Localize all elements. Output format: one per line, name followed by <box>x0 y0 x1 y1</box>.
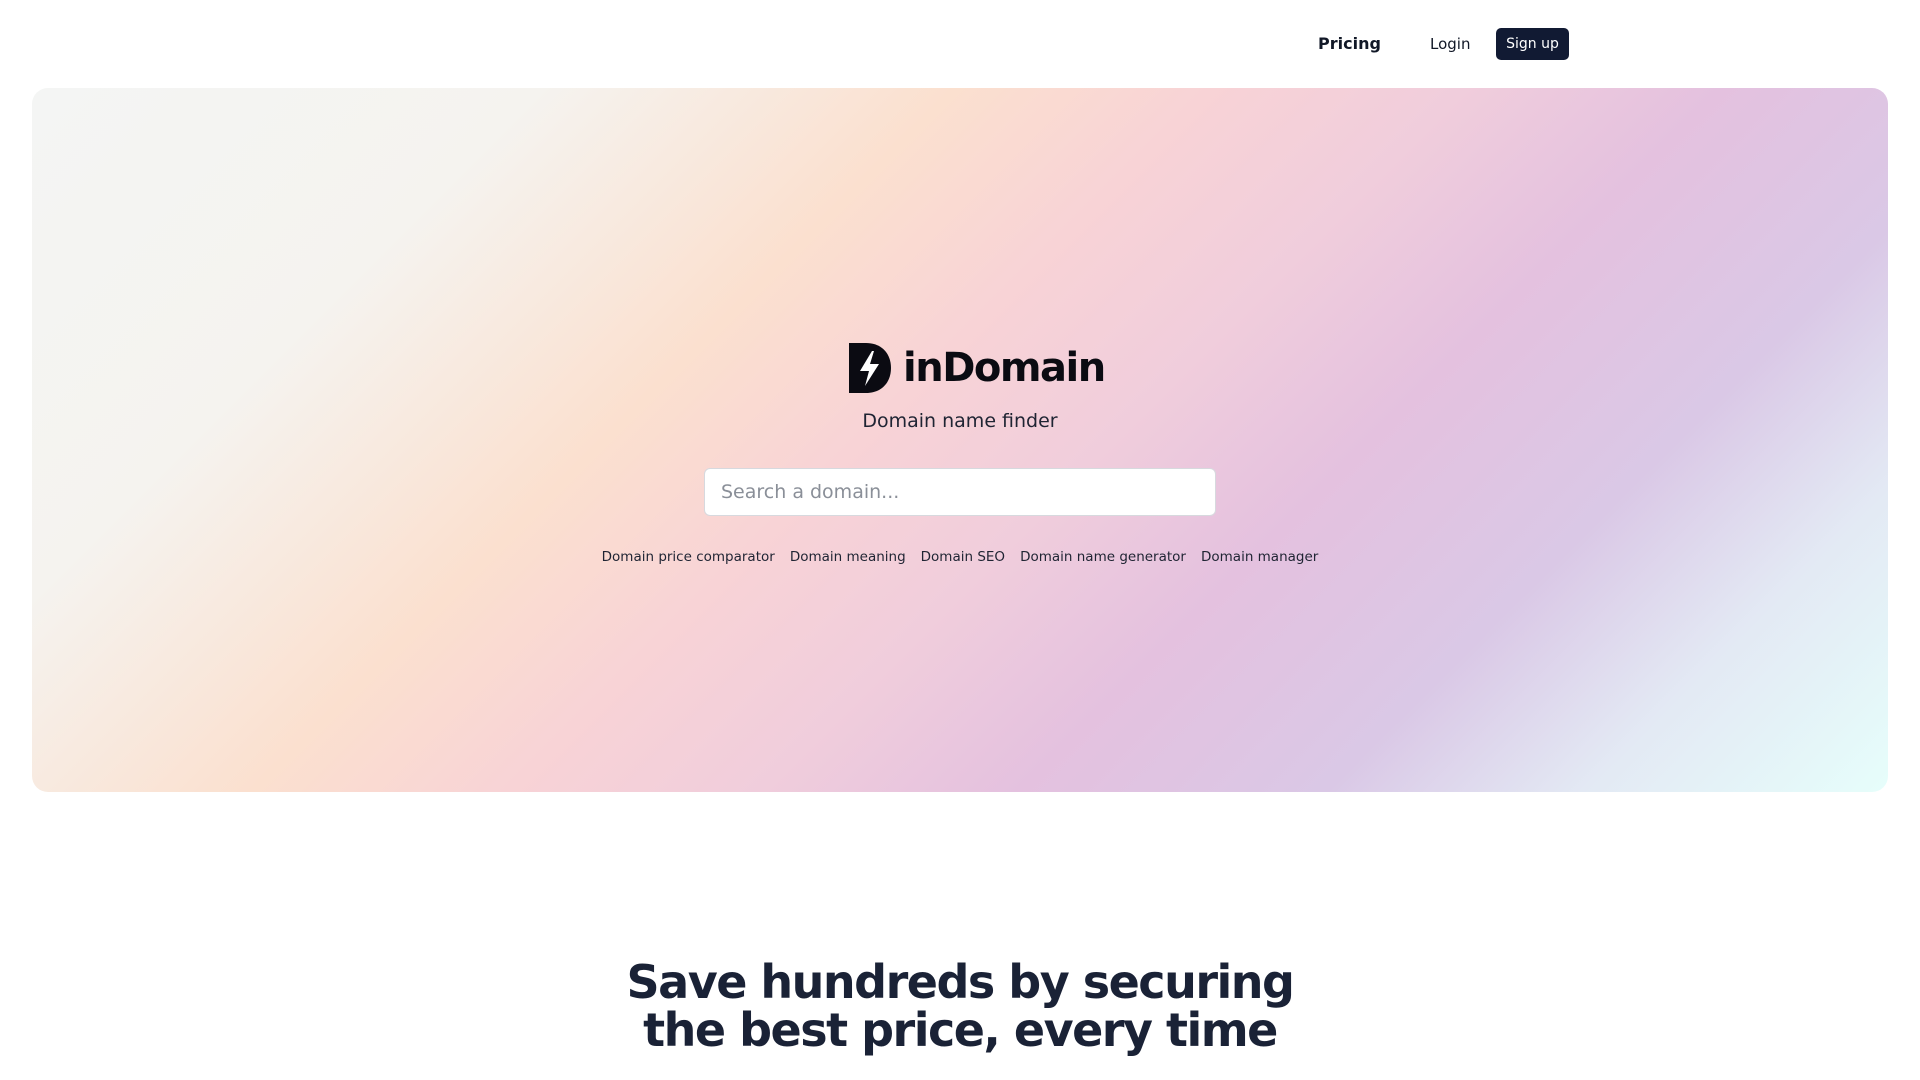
brand-name: inDomain <box>903 345 1106 391</box>
domain-search-input[interactable] <box>705 469 1215 515</box>
top-navigation: Pricing Login Sign up <box>0 28 1920 60</box>
pricing-link[interactable]: Pricing <box>1318 28 1381 60</box>
tagline: Domain name finder <box>862 410 1058 432</box>
brand-logo-lockup[interactable]: inDomain <box>849 343 1106 393</box>
lightning-d-logo-icon <box>849 343 891 393</box>
headline-line-2: the best price, every time <box>643 1003 1278 1057</box>
signup-button[interactable]: Sign up <box>1496 28 1569 60</box>
quick-link-name-generator[interactable]: Domain name generator <box>1020 549 1186 565</box>
quick-link-domain-manager[interactable]: Domain manager <box>1201 549 1318 565</box>
login-link[interactable]: Login <box>1430 28 1470 60</box>
search-box <box>704 468 1216 516</box>
hero-section <box>32 88 1888 792</box>
section-headline: Save hundreds by securing the best price… <box>0 958 1920 1054</box>
quick-link-domain-meaning[interactable]: Domain meaning <box>790 549 906 565</box>
headline-line-1: Save hundreds by securing <box>626 955 1295 1009</box>
quick-link-price-comparator[interactable]: Domain price comparator <box>602 549 775 565</box>
quick-link-domain-seo[interactable]: Domain SEO <box>921 549 1005 565</box>
quick-links: Domain price comparator Domain meaning D… <box>0 549 1920 565</box>
